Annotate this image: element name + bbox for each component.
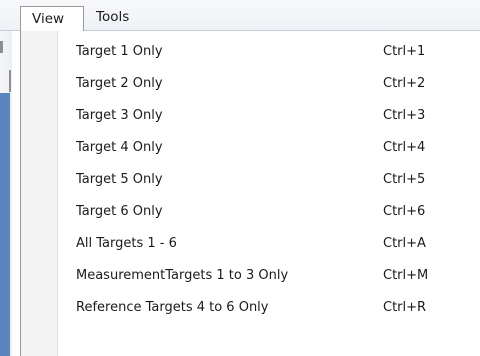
menu-item-label: Target 2 Only [76,76,163,91]
menu-item-all-targets[interactable]: All Targets 1 - 6 Ctrl+A [21,229,480,261]
menu-item-label: Target 5 Only [76,172,163,187]
menu-item-label: MeasurementTargets 1 to 3 Only [76,268,289,283]
menu-item-shortcut: Ctrl+4 [383,140,426,155]
menu-item-shortcut: Ctrl+R [383,300,427,315]
menu-item-shortcut: Ctrl+5 [383,172,426,187]
menu-item-shortcut: Ctrl+6 [383,204,426,219]
application-window: View Tools Target 1 Only Ctrl+1 Target 2… [0,0,480,356]
menu-item-target-1-only[interactable]: Target 1 Only Ctrl+1 [21,37,480,69]
menu-item-reference-targets[interactable]: Reference Targets 4 to 6 Only Ctrl+R [21,293,480,325]
menu-tools[interactable]: Tools [96,7,129,27]
background-window-marker [0,41,3,53]
menu-item-target-2-only[interactable]: Target 2 Only Ctrl+2 [21,69,480,101]
menu-item-target-3-only[interactable]: Target 3 Only Ctrl+3 [21,101,480,133]
menu-item-label: Target 1 Only [76,44,163,59]
menu-bar: View Tools [0,0,480,32]
menu-item-shortcut: Ctrl+2 [383,76,426,91]
menu-item-label: Target 6 Only [76,204,163,219]
menu-item-label: Target 3 Only [76,108,163,123]
background-window-divider [9,70,11,92]
menu-item-target-6-only[interactable]: Target 6 Only Ctrl+6 [21,197,480,229]
menu-item-label: Target 4 Only [76,140,163,155]
menu-item-label: Reference Targets 4 to 6 Only [76,300,269,315]
menu-item-shortcut: Ctrl+M [383,268,429,283]
menu-item-measurement-targets[interactable]: MeasurementTargets 1 to 3 Only Ctrl+M [21,261,480,293]
view-dropdown-menu: Target 1 Only Ctrl+1 Target 2 Only Ctrl+… [20,31,480,356]
menu-item-shortcut: Ctrl+1 [383,44,426,59]
menu-item-target-4-only[interactable]: Target 4 Only Ctrl+4 [21,133,480,165]
menu-item-label: All Targets 1 - 6 [76,236,177,251]
menu-view[interactable]: View [20,6,84,32]
background-window-panel [0,93,10,356]
menu-item-shortcut: Ctrl+3 [383,108,426,123]
menu-item-target-5-only[interactable]: Target 5 Only Ctrl+5 [21,165,480,197]
menu-item-shortcut: Ctrl+A [383,236,426,251]
menu-view-label: View [32,11,65,27]
menu-tools-label: Tools [96,9,130,25]
